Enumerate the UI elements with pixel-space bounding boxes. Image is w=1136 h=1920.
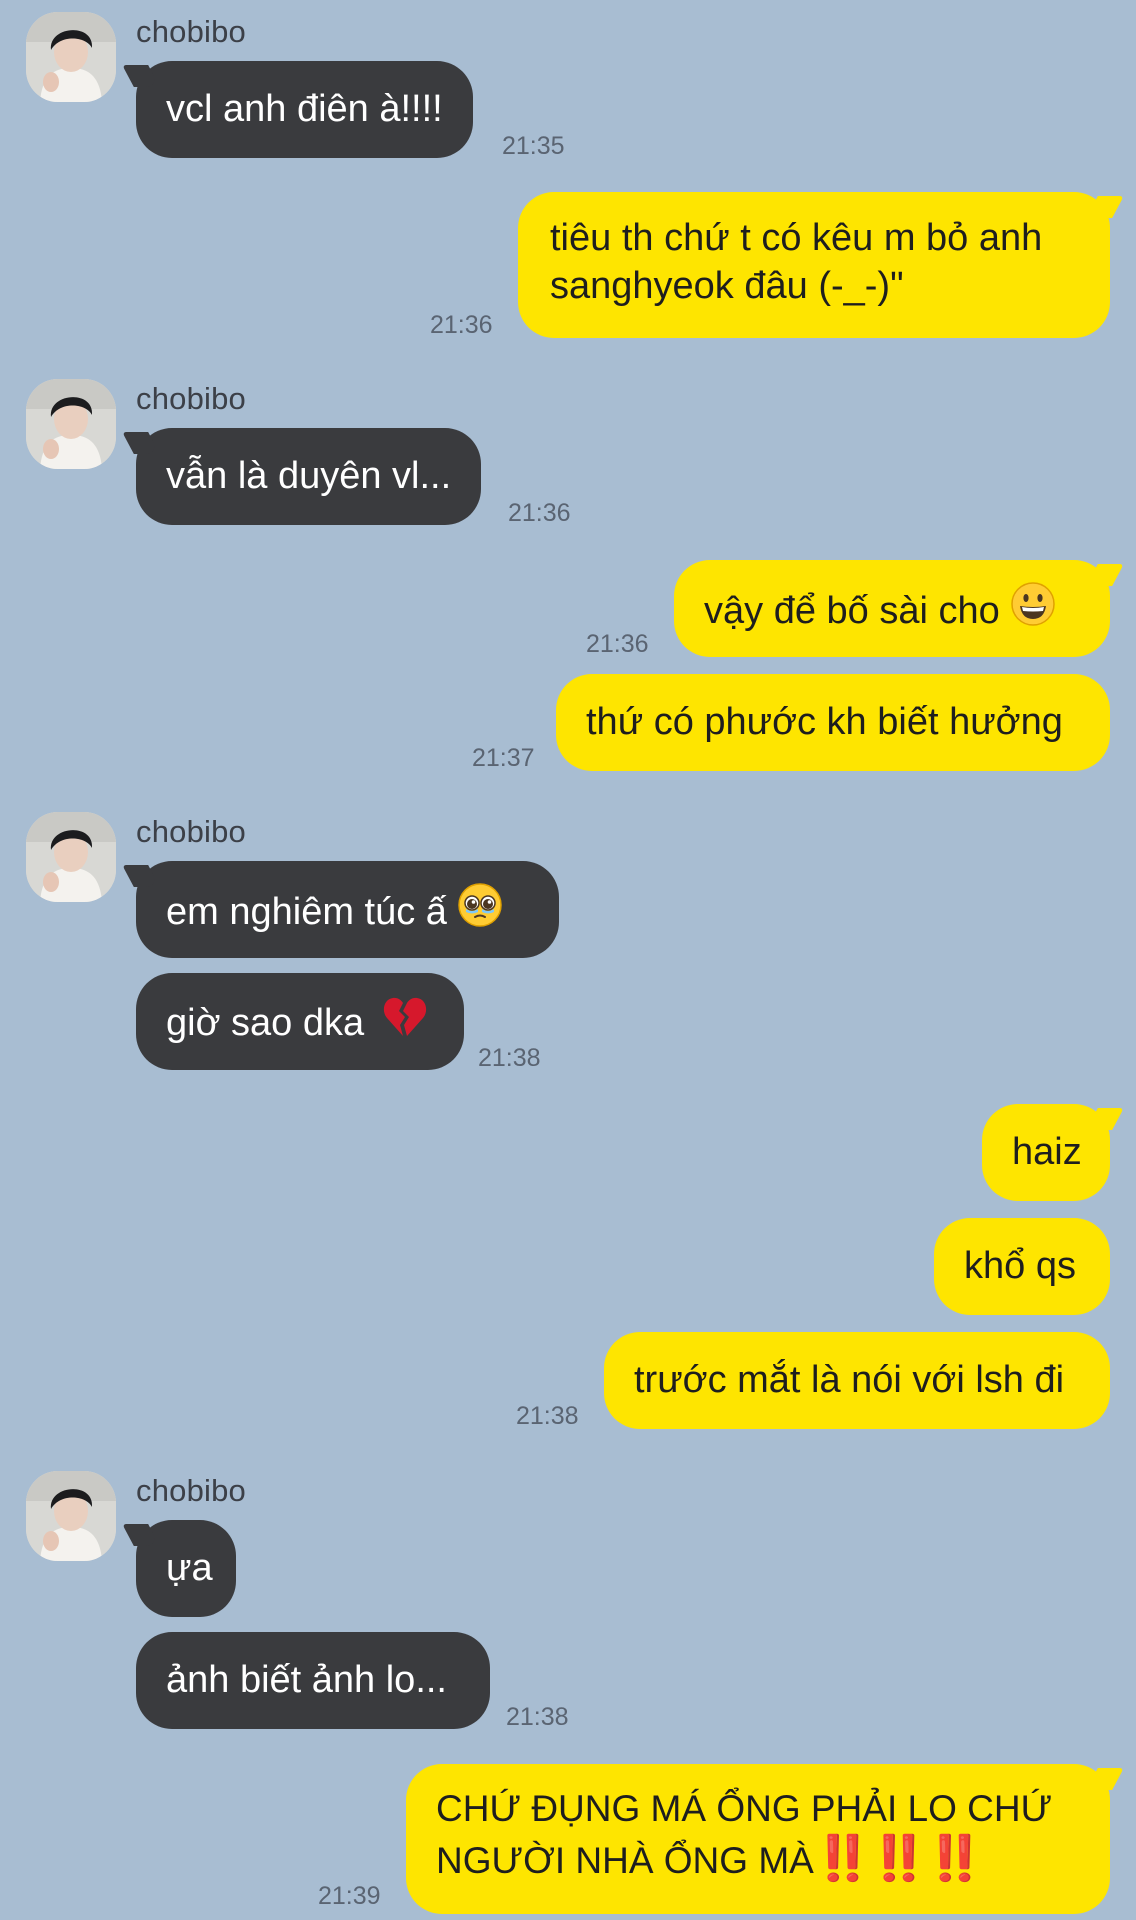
message-bubble[interactable]: vậy để bố sài cho	[674, 560, 1110, 657]
message-bubble[interactable]: khổ qs	[934, 1218, 1110, 1315]
message-timestamp: 21:36	[508, 499, 571, 527]
message-timestamp: 21:36	[430, 311, 493, 339]
sender-name: chobibo	[136, 814, 246, 849]
chat-area[interactable]: chobibo vcl anh điên à!!!! 21:35 tiêu th…	[0, 0, 1136, 1920]
message-bubble[interactable]: haiz	[982, 1104, 1110, 1201]
message-bubble[interactable]: vẫn là duyên vl...	[136, 428, 482, 525]
message-text: thứ có phước kh biết hưởng	[586, 701, 1063, 743]
message-text: ựa	[166, 1547, 213, 1589]
message-timestamp: 21:38	[516, 1402, 579, 1430]
message-timestamp: 21:36	[586, 630, 649, 658]
message-timestamp: 21:38	[478, 1044, 541, 1072]
message-bubble[interactable]: CHỨ ĐỤNG MÁ ỔNG PHẢI LO CHỨ NGƯỜI NHÀ ỔN…	[406, 1764, 1110, 1914]
sender-name: chobibo	[136, 14, 246, 49]
message-text-line: CHỨ ĐỤNG MÁ ỔNG PHẢI LO CHỨ	[436, 1788, 1053, 1829]
sender-name: chobibo	[136, 381, 246, 416]
message-bubble[interactable]: tiêu th chứ t có kêu m bỏ anh sanghyeok …	[518, 192, 1110, 338]
contact-avatar[interactable]	[26, 1471, 116, 1561]
message-bubble[interactable]: ựa	[136, 1520, 236, 1617]
avatar-photo	[26, 379, 116, 469]
message-text-line: sanghyeok đâu (-_-)"	[550, 265, 904, 307]
contact-avatar[interactable]	[26, 812, 116, 902]
message-text: haiz	[1012, 1131, 1082, 1173]
message-text: khổ qs	[964, 1245, 1076, 1287]
message-text: em nghiêm túc ấ	[166, 891, 447, 934]
message-bubble[interactable]: vcl anh điên à!!!!	[136, 61, 473, 158]
message-timestamp: 21:35	[502, 132, 565, 160]
message-text: trước mắt là nói với lsh đi	[634, 1359, 1065, 1401]
message-bubble[interactable]: ảnh biết ảnh lo...	[136, 1632, 490, 1729]
message-text: vẫn là duyên vl...	[166, 455, 452, 497]
double-exclamation-marks: ‼️‼️‼️	[809, 1834, 988, 1883]
message-timestamp: 21:38	[506, 1703, 569, 1731]
sender-name: chobibo	[136, 1473, 246, 1508]
message-text: giờ sao dka	[166, 1002, 365, 1045]
message-timestamp: 21:39	[318, 1882, 381, 1910]
broken-heart-emoji	[381, 994, 429, 1050]
message-bubble[interactable]: trước mắt là nói với lsh đi	[604, 1332, 1110, 1429]
grinning-face-emoji	[1010, 581, 1056, 639]
avatar-photo	[26, 12, 116, 102]
message-text: vcl anh điên à!!!!	[166, 88, 443, 130]
avatar-photo	[26, 812, 116, 902]
pleading-face-emoji	[457, 882, 503, 940]
message-text: vậy để bố sài cho	[704, 590, 1000, 633]
message-text-line: NGƯỜI NHÀ ỔNG MÀ‼️‼️‼️	[436, 1834, 1080, 1886]
message-text-line: tiêu th chứ t có kêu m bỏ anh	[550, 217, 1043, 259]
message-text: ảnh biết ảnh lo...	[166, 1659, 447, 1701]
message-text: NGƯỜI NHÀ ỔNG MÀ	[436, 1840, 814, 1881]
message-timestamp: 21:37	[472, 744, 535, 772]
contact-avatar[interactable]	[26, 379, 116, 469]
contact-avatar[interactable]	[26, 12, 116, 102]
message-bubble[interactable]: giờ sao dka	[136, 973, 464, 1070]
avatar-photo	[26, 1471, 116, 1561]
message-bubble[interactable]: em nghiêm túc ấ	[136, 861, 559, 958]
message-bubble[interactable]: thứ có phước kh biết hưởng	[556, 674, 1110, 771]
